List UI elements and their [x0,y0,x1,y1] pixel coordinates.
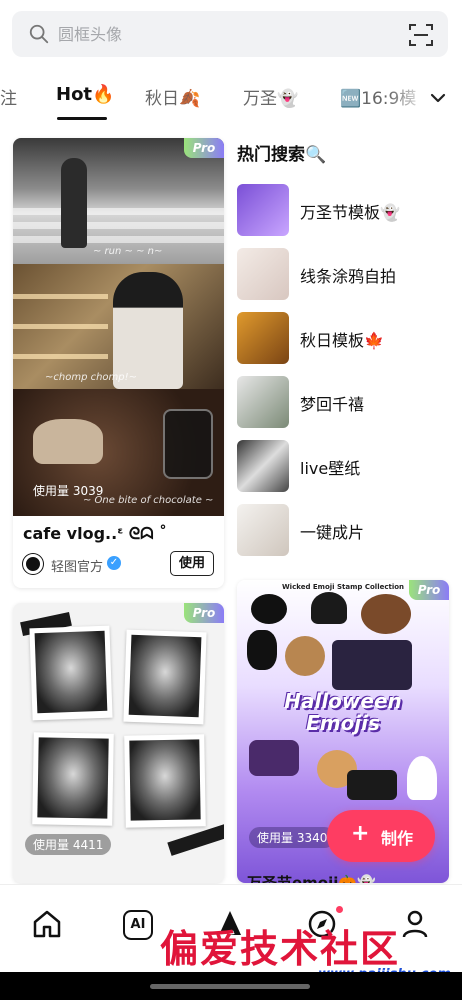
ghost-sticker [407,756,437,800]
tab-autumn[interactable]: 秋日🍂 [145,84,200,109]
tab-partial[interactable]: 注 [0,84,17,109]
use-button[interactable]: 使用 [170,551,214,576]
tape-decoration [167,824,224,856]
spider-sticker [251,594,287,624]
category-tabs: 注 Hot🔥 秋日🍂 万圣👻 🆕16:9模 [0,76,462,124]
hot-search-thumbnail [237,248,289,300]
hot-search-item[interactable]: 线条涂鸦自拍 [237,248,447,300]
pro-badge: Pro [184,603,224,623]
ai-icon[interactable]: AI [123,910,153,940]
hot-search-item[interactable]: live壁纸 [237,440,447,492]
heart-sticker [311,592,347,624]
home-indicator [150,984,310,989]
template-card-cafe-vlog[interactable]: ~ run ~ ~ n~ ~chomp chomp!~ ~ One bite o… [13,138,224,588]
hot-search-thumbnail [237,440,289,492]
hot-search-label: live壁纸 [300,459,361,478]
usage-count: 使用量 4411 [25,834,112,855]
snake-sticker [247,630,277,670]
hot-search-label: 梦回千禧 [300,395,365,414]
art-title: Halloween Emojis [284,689,402,735]
active-tab-indicator [57,117,107,120]
photo-caption: ~ run ~ ~ n~ [93,246,163,257]
template-photo-cafe: ~chomp chomp!~ [13,264,224,389]
hot-search-thumbnail [237,376,289,428]
usage-count: 使用量 3340 [249,827,336,848]
hot-search-label: 一键成片 [300,523,365,542]
author-avatar [23,554,43,574]
pro-badge: Pro [409,580,449,600]
dog-sticker [361,594,411,634]
notification-dot [336,906,343,913]
cake-sticker [249,740,299,776]
hot-search-title: 热门搜索🔍 [237,145,327,165]
create-label: 制作 [381,829,414,848]
author-name: 轻图官方 [51,560,104,575]
photo-caption: ~chomp chomp!~ [45,372,138,383]
polaroid-photo [29,625,113,721]
pro-badge: Pro [184,138,224,158]
hot-search-thumbnail [237,504,289,556]
create-button[interactable]: + 制作 [327,810,435,862]
search-icon [29,24,49,44]
hot-search-item[interactable]: 一键成片 [237,504,447,556]
hot-search-item[interactable]: 秋日模板🍁 [237,312,447,364]
plus-icon: + [351,821,370,846]
home-icon[interactable] [30,907,64,941]
hot-search-label: 秋日模板🍁 [300,331,384,350]
chevron-down-icon[interactable] [428,88,448,108]
tabs-fade [388,76,428,120]
template-card-polaroid[interactable]: Pro 使用量 4411 [13,603,224,883]
search-input[interactable] [58,11,388,57]
search-bar[interactable] [12,11,448,57]
hot-search-item[interactable]: 万圣节模板👻 [237,184,447,236]
scan-icon[interactable] [408,22,434,48]
tab-hot[interactable]: Hot🔥 [56,84,114,105]
verified-icon: ✓ [107,556,121,570]
hot-search-label: 线条涂鸦自拍 [300,267,397,286]
hot-search-thumbnail [237,184,289,236]
usage-count: 使用量 3039 [33,484,104,498]
template-title: 万圣节emoji🎃👻 [247,874,376,883]
tab-halloween[interactable]: 万圣👻 [243,84,298,109]
polaroid-photo [124,734,206,828]
template-title: cafe vlog..ᵋ ᘓᗣ ˚ [23,524,168,543]
watermark-text: 偏爱技术社区 [160,926,401,971]
hot-search-label: 万圣节模板👻 [300,203,400,222]
polaroid-photo [32,732,114,826]
hot-search-item[interactable]: 梦回千禧 [237,376,447,428]
hamster-sticker [285,636,325,676]
coffin-sticker [347,770,397,800]
hot-search-thumbnail [237,312,289,364]
house-sticker [332,640,412,690]
polaroid-photo [123,629,207,725]
